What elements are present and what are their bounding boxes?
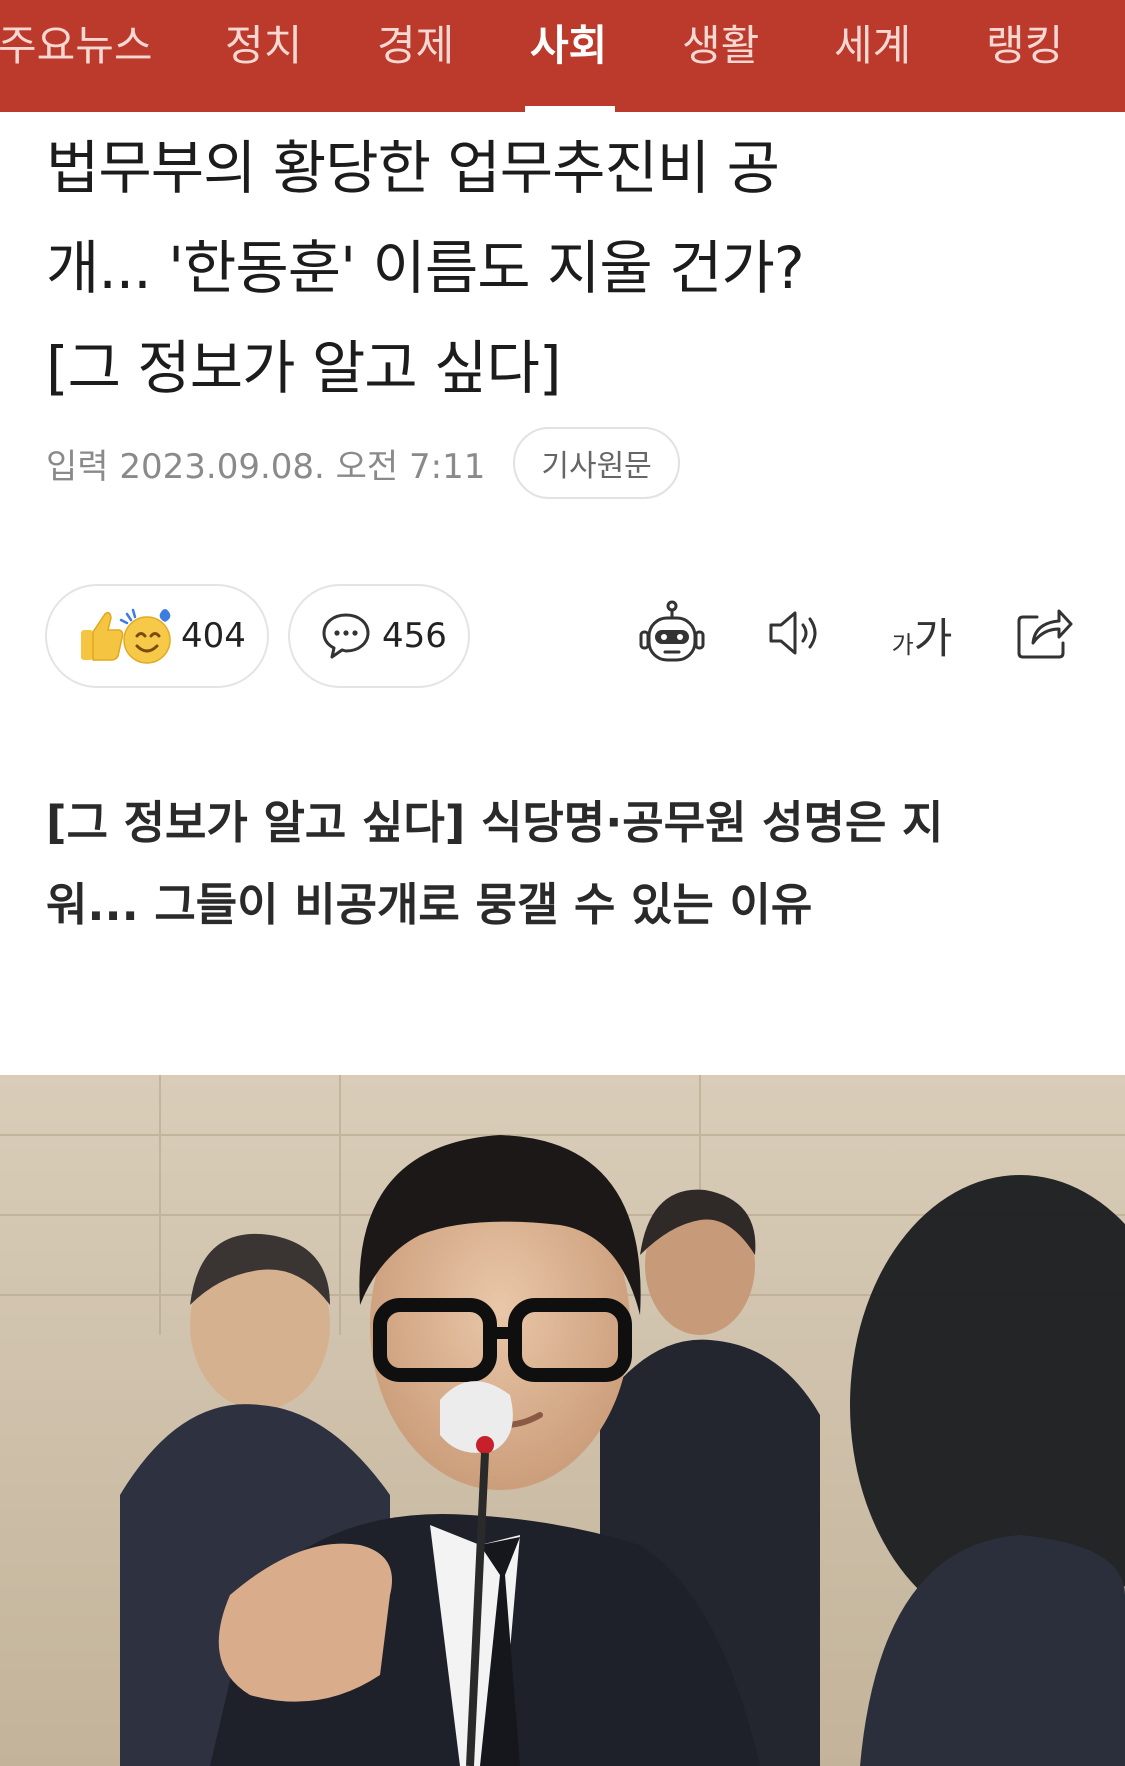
article-photo: [0, 1075, 1125, 1766]
reaction-button[interactable]: 404: [45, 584, 269, 688]
headline-line: 법무부의 황당한 업무추진비 공: [46, 134, 780, 202]
subtitle-line: 워... 그들이 비공개로 뭉갤 수 있는 이유: [46, 878, 813, 931]
headline-line: [그 정보가 알고 싶다]: [46, 334, 561, 402]
speaker-icon: [765, 608, 825, 662]
subtitle-line: [그 정보가 알고 싶다] 식당명·공무원 성명은 지: [46, 796, 944, 849]
font-size-icon: 가 가: [892, 605, 953, 666]
headline-line: 개... '한동훈' 이름도 지울 건가?: [46, 234, 805, 302]
active-tab-indicator: [525, 106, 615, 112]
article-meta: 입력 2023.09.08. 오전 7:11 기사원문: [46, 427, 680, 499]
original-article-button[interactable]: 기사원문: [513, 427, 680, 499]
text-to-speech-button[interactable]: [760, 600, 830, 670]
robot-summary-icon: [637, 600, 707, 670]
tab-life[interactable]: 생활: [682, 0, 759, 112]
tab-society[interactable]: 사회: [530, 0, 607, 112]
ai-summary-button[interactable]: [637, 600, 707, 670]
font-size-large-glyph: 가: [913, 613, 953, 663]
reaction-emoji-icon: [77, 606, 173, 666]
tab-world[interactable]: 세계: [834, 0, 911, 112]
tab-economy[interactable]: 경제: [377, 0, 454, 112]
category-nav: 주요뉴스 정치 경제 사회 생활 세계 랭킹: [0, 0, 1125, 112]
tab-main-news[interactable]: 주요뉴스: [0, 0, 153, 112]
font-size-button[interactable]: 가 가: [882, 600, 962, 670]
comment-bubble-icon: [320, 610, 372, 662]
tab-ranking[interactable]: 랭킹: [986, 0, 1063, 112]
share-icon: [1015, 605, 1075, 665]
comment-button[interactable]: 456: [288, 584, 470, 688]
share-button[interactable]: [1010, 600, 1080, 670]
tab-politics[interactable]: 정치: [225, 0, 302, 112]
font-size-small-glyph: 가: [891, 630, 914, 659]
like-count: 404: [181, 616, 246, 656]
article-subtitle: [그 정보가 알고 싶다] 식당명·공무원 성명은 지 워... 그들이 비공개…: [46, 782, 1086, 946]
article-headline: 법무부의 황당한 업무추진비 공 개... '한동훈' 이름도 지울 건가? […: [46, 118, 1086, 418]
publish-date: 입력 2023.09.08. 오전 7:11: [46, 446, 486, 487]
comment-count: 456: [382, 616, 447, 656]
